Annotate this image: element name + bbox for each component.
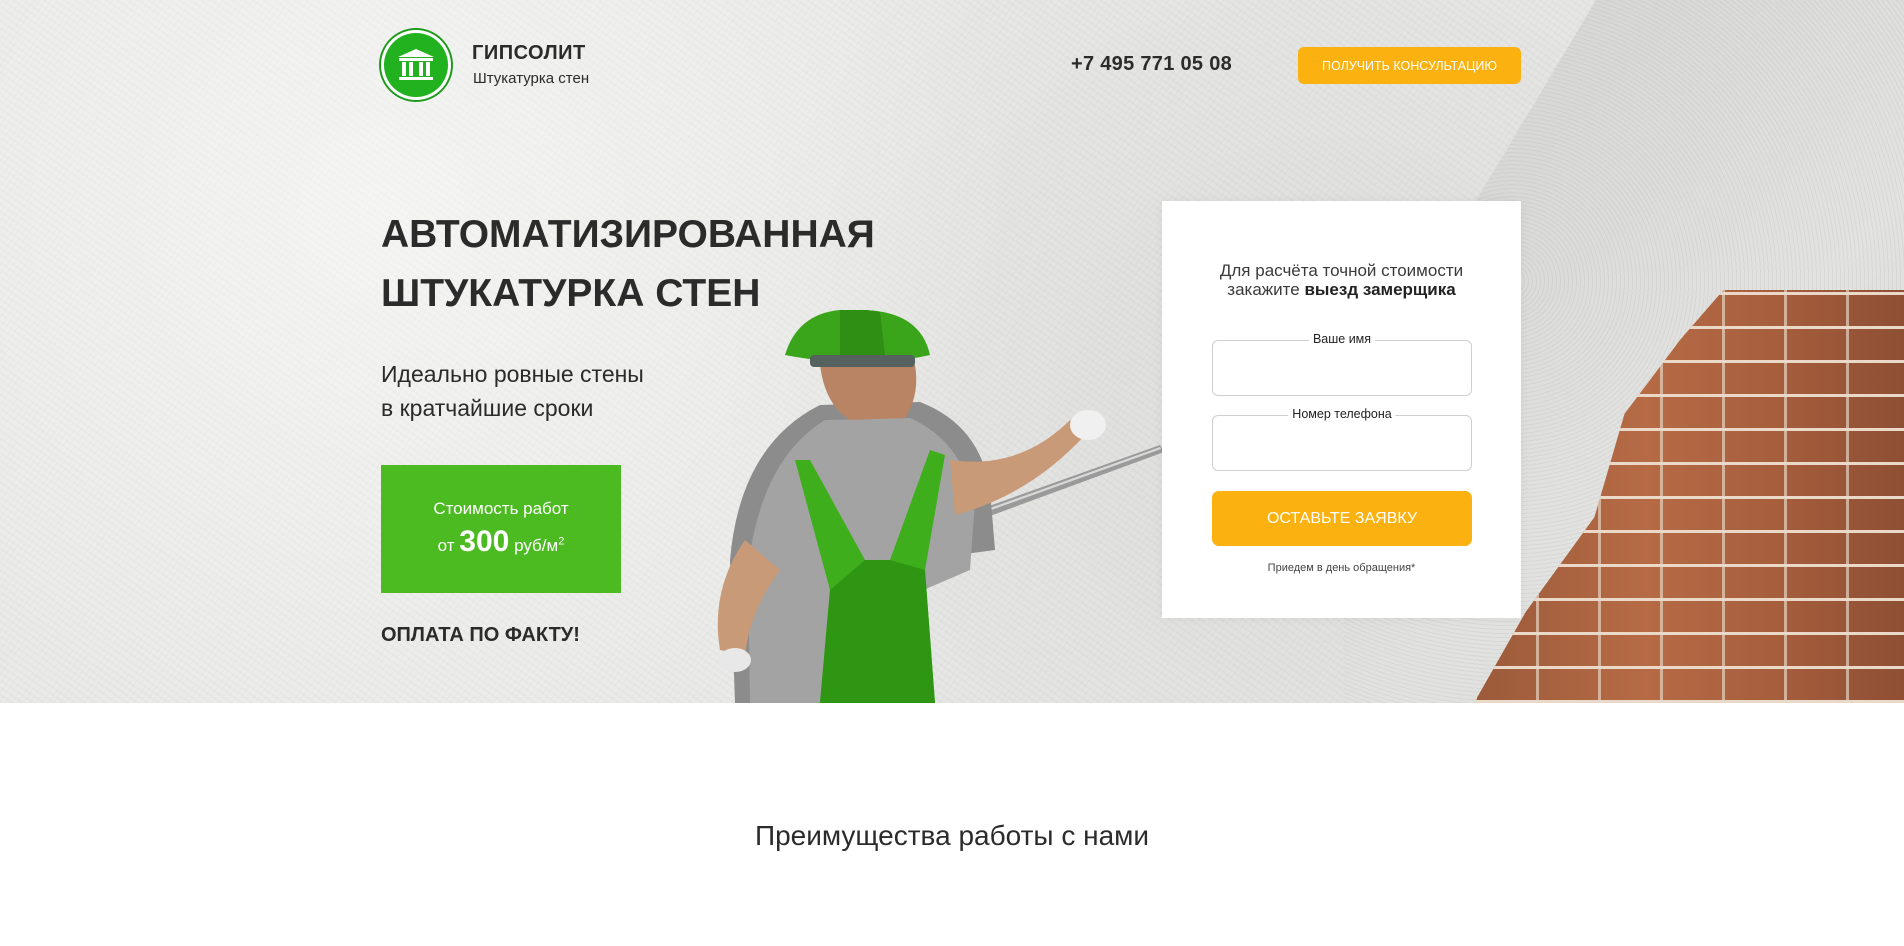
form-intro-line-2: закажите выезд замерщика bbox=[1162, 280, 1521, 299]
form-note: Приедем в день обращения* bbox=[1267, 562, 1416, 574]
form-intro: Для расчёта точной стоимости закажите вы… bbox=[1162, 261, 1521, 299]
form-intro-line-1: Для расчёта точной стоимости bbox=[1219, 261, 1464, 280]
hero-section: ГИПСОЛИТ Штукатурка стен +7 495 771 05 0… bbox=[0, 0, 1904, 703]
bank-columns-icon bbox=[398, 49, 434, 80]
phone-input[interactable] bbox=[1223, 426, 1463, 462]
brand-name: ГИПСОЛИТ bbox=[472, 42, 586, 64]
brand-subtitle: Штукатурка стен bbox=[473, 70, 590, 87]
logo[interactable] bbox=[381, 30, 451, 100]
price-unit-text: руб/м bbox=[514, 536, 559, 555]
price-unit: руб/м2 bbox=[514, 535, 565, 555]
headline-line-1: АВТОМАТИЗИРОВАННАЯ bbox=[381, 213, 875, 256]
name-label: Ваше имя bbox=[1308, 332, 1376, 346]
phone-label: Номер телефона bbox=[1288, 407, 1396, 421]
price-value: 300 bbox=[459, 525, 510, 558]
phone-number[interactable]: +7 495 771 05 08 bbox=[1071, 53, 1232, 76]
lead-form: Для расчёта точной стоимости закажите вы… bbox=[1162, 201, 1521, 618]
form-intro-bold: выезд замерщика bbox=[1304, 280, 1456, 299]
payment-note: ОПЛАТА ПО ФАКТУ! bbox=[381, 624, 580, 646]
price-prefix: от bbox=[437, 536, 455, 555]
form-intro-plain: закажите bbox=[1227, 280, 1300, 299]
worker-illustration bbox=[717, 310, 1164, 703]
name-input[interactable] bbox=[1223, 351, 1463, 387]
price-unit-sup: 2 bbox=[558, 535, 565, 548]
submit-request-button[interactable]: ОСТАВЬТЕ ЗАЯВКУ bbox=[1212, 491, 1472, 546]
phone-field[interactable]: Номер телефона bbox=[1212, 407, 1472, 471]
name-field[interactable]: Ваше имя bbox=[1212, 332, 1472, 396]
subheadline: Идеально ровные стены в кратчайшие сроки bbox=[381, 357, 644, 425]
page-title: АВТОМАТИЗИРОВАННАЯ ШТУКАТУРКА СТЕН bbox=[381, 205, 981, 323]
subheadline-line-2: в кратчайшие сроки bbox=[381, 395, 594, 421]
advantages-title: Преимущества работы с нами bbox=[754, 820, 1150, 851]
price-line: от 300 руб/м2 bbox=[438, 525, 565, 559]
price-box: Стоимость работ от 300 руб/м2 bbox=[381, 465, 621, 593]
consultation-button[interactable]: ПОЛУЧИТЬ КОНСУЛЬТАЦИЮ bbox=[1298, 47, 1521, 84]
price-label: Стоимость работ bbox=[433, 499, 569, 518]
subheadline-line-1: Идеально ровные стены bbox=[381, 361, 644, 387]
